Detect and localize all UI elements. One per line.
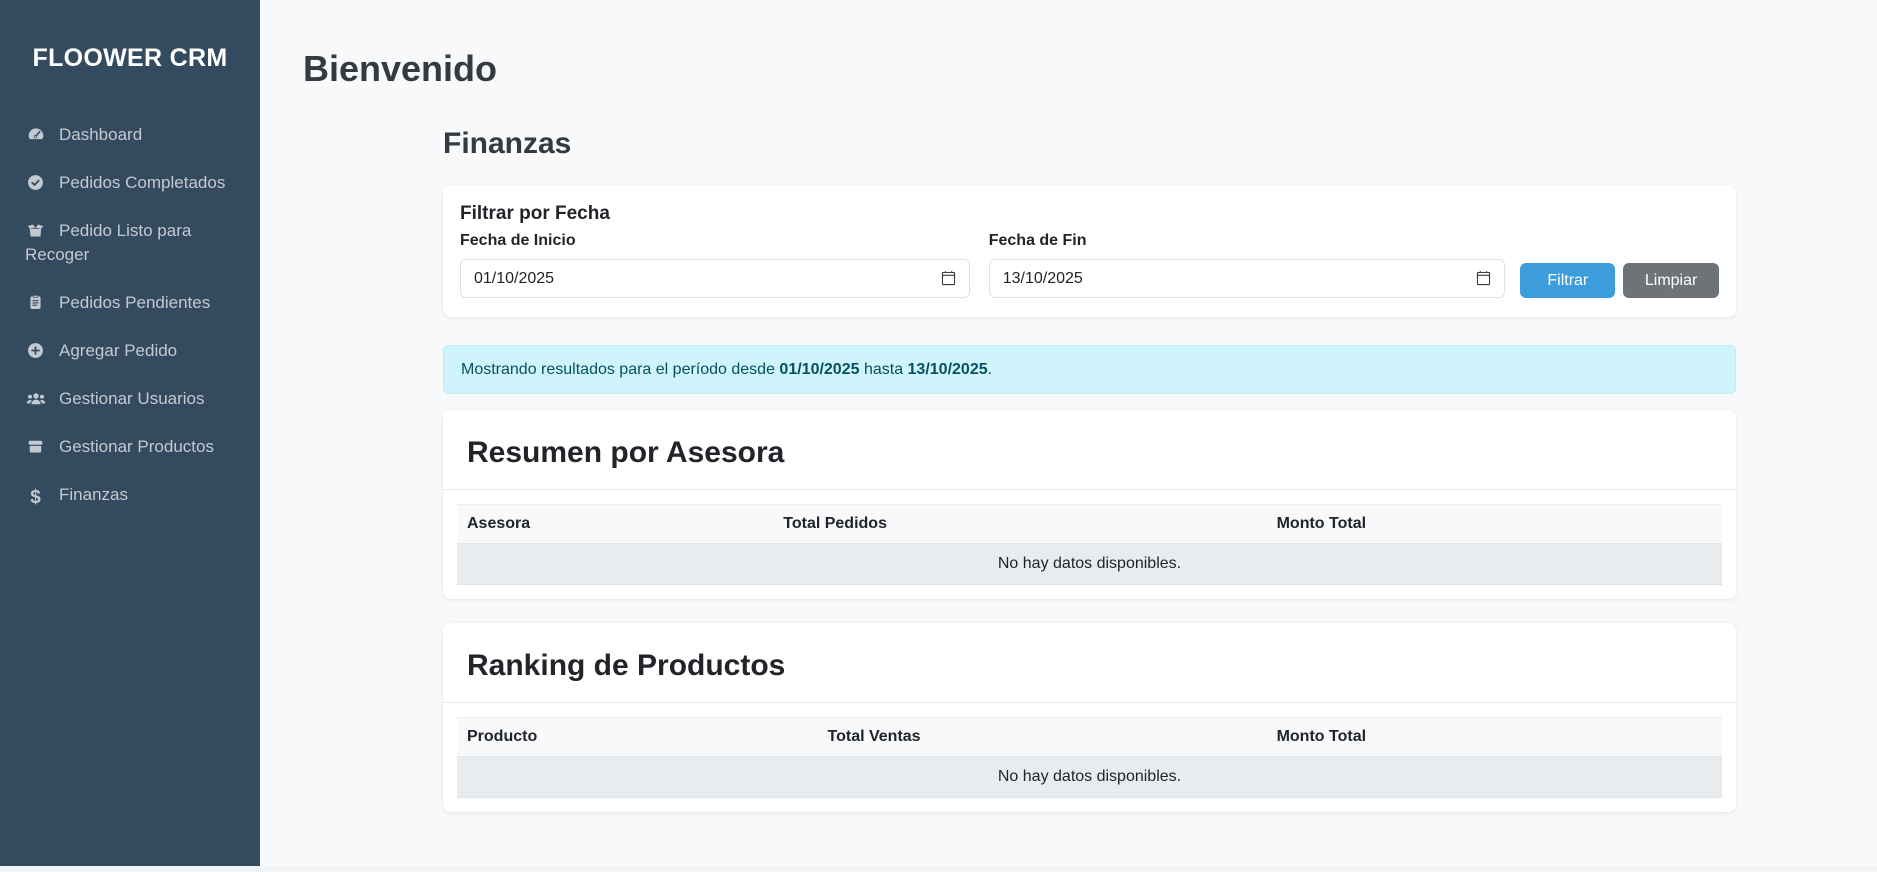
sidebar-item-dashboard[interactable]: Dashboard: [0, 111, 260, 159]
filter-title: Filtrar por Fecha: [460, 203, 1719, 225]
end-date-input[interactable]: [1003, 270, 1477, 288]
clear-button[interactable]: Limpiar: [1623, 263, 1719, 298]
column-header: Monto Total: [1267, 505, 1722, 544]
empty-state-message: No hay datos disponibles.: [457, 544, 1722, 585]
start-date-calendar-icon[interactable]: [941, 271, 956, 286]
box-open-icon: [25, 222, 46, 240]
sidebar-menu: Dashboard Pedidos Completados Pedido Lis…: [0, 111, 260, 519]
table-row: No hay datos disponibles.: [457, 544, 1722, 585]
alert-end-date: 13/10/2025: [908, 361, 988, 378]
filter-button[interactable]: Filtrar: [1520, 263, 1615, 298]
column-header: Total Pedidos: [773, 505, 1266, 544]
table-row: No hay datos disponibles.: [457, 757, 1722, 798]
sidebar-item-label: Gestionar Usuarios: [59, 389, 205, 408]
users-icon: [25, 390, 46, 408]
page-title: Bienvenido: [303, 47, 1877, 90]
sidebar-item-label: Pedidos Completados: [59, 173, 225, 192]
start-date-label: Fecha de Inicio: [460, 232, 970, 250]
alert-text: Mostrando resultados para el período des…: [461, 361, 779, 378]
clipboard-icon: [25, 293, 46, 311]
start-date-input[interactable]: [474, 270, 941, 288]
product-ranking-card: Ranking de Productos Producto Total Vent…: [443, 623, 1736, 812]
end-date-field: [989, 259, 1506, 298]
sidebar-item-pedidos-completados[interactable]: Pedidos Completados: [0, 159, 260, 207]
sidebar-item-agregar-pedido[interactable]: Agregar Pedido: [0, 327, 260, 375]
end-date-calendar-icon[interactable]: [1476, 271, 1491, 286]
date-filter-card: Filtrar por Fecha Fecha de Inicio Fecha …: [443, 185, 1736, 317]
box-icon: [25, 438, 46, 456]
summary-card-title: Resumen por Asesora: [467, 435, 1712, 471]
alert-text: hasta: [860, 361, 908, 378]
column-header: Asesora: [457, 505, 773, 544]
ranking-card-title: Ranking de Productos: [467, 648, 1712, 684]
gauge-icon: [25, 125, 46, 143]
results-period-alert: Mostrando resultados para el período des…: [443, 345, 1736, 394]
end-date-label: Fecha de Fin: [989, 232, 1506, 250]
app-brand: FLOOWER CRM: [0, 44, 260, 73]
sidebar-item-label: Pedido Listo para Recoger: [25, 221, 191, 264]
table-header-row: Asesora Total Pedidos Monto Total: [457, 505, 1722, 544]
dollar-icon: $: [25, 489, 46, 507]
sidebar-item-label: Finanzas: [59, 485, 128, 504]
column-header: Producto: [457, 718, 818, 757]
column-header: Monto Total: [1267, 718, 1722, 757]
alert-text: .: [988, 361, 992, 378]
horizontal-scrollbar[interactable]: [0, 866, 1877, 872]
sidebar-item-label: Agregar Pedido: [59, 341, 177, 360]
sidebar-item-label: Gestionar Productos: [59, 437, 214, 456]
table-header-row: Producto Total Ventas Monto Total: [457, 718, 1722, 757]
section-title: Finanzas: [443, 126, 1736, 162]
sidebar-item-gestionar-usuarios[interactable]: Gestionar Usuarios: [0, 375, 260, 423]
plus-circle-icon: [25, 342, 46, 360]
alert-start-date: 01/10/2025: [779, 361, 859, 378]
sidebar-item-label: Dashboard: [59, 125, 142, 144]
sidebar: FLOOWER CRM Dashboard Pedidos Completado…: [0, 0, 260, 866]
check-circle-icon: [25, 174, 46, 192]
sidebar-item-gestionar-productos[interactable]: Gestionar Productos: [0, 423, 260, 471]
ranking-table: Producto Total Ventas Monto Total No hay…: [457, 717, 1722, 798]
empty-state-message: No hay datos disponibles.: [457, 757, 1722, 798]
column-header: Total Ventas: [818, 718, 1267, 757]
sidebar-item-pedido-listo-para-recoger[interactable]: Pedido Listo para Recoger: [0, 207, 260, 279]
summary-table: Asesora Total Pedidos Monto Total No hay…: [457, 504, 1722, 585]
main-content: Bienvenido Finanzas Filtrar por Fecha Fe…: [260, 0, 1877, 812]
sidebar-item-label: Pedidos Pendientes: [59, 293, 210, 312]
summary-by-advisor-card: Resumen por Asesora Asesora Total Pedido…: [443, 410, 1736, 599]
start-date-field: [460, 259, 970, 298]
sidebar-item-finanzas[interactable]: $ Finanzas: [0, 471, 260, 519]
sidebar-item-pedidos-pendientes[interactable]: Pedidos Pendientes: [0, 279, 260, 327]
